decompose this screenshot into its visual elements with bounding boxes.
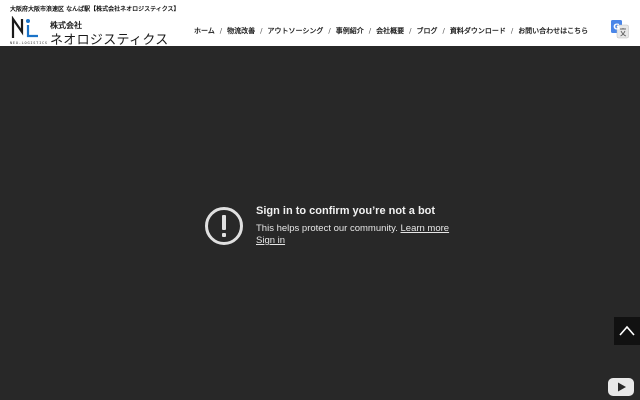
google-translate-icon[interactable]: G (611, 20, 629, 39)
svg-text:G: G (613, 23, 620, 32)
nav-logistics-improvement[interactable]: 物流改善 (223, 26, 259, 36)
nav-home[interactable]: ホーム (190, 26, 219, 36)
notice-message: This helps protect our community. (256, 223, 398, 234)
bot-check-notice: Sign in to confirm you’re not a bot This… (204, 204, 464, 254)
nav-download[interactable]: 資料ダウンロード (446, 26, 510, 36)
site-tagline: 大阪府大阪市浪速区 なんば駅【株式会社ネオロジスティクス】 (10, 6, 180, 13)
main-nav: ホーム / 物流改善 / アウトソーシング / 事例紹介 / 会社概要 / ブロ… (190, 26, 592, 36)
alert-circle-icon (205, 207, 243, 245)
chevron-up-icon (619, 325, 635, 336)
notice-title: Sign in to confirm you’re not a bot (256, 205, 436, 217)
nav-contact[interactable]: お問い合わせはこちら (514, 26, 592, 36)
youtube-icon[interactable] (608, 378, 634, 396)
logo-subtext: NEO-LOGISTICS (10, 41, 48, 45)
nav-blog[interactable]: ブログ (412, 26, 441, 36)
learn-more-link[interactable]: Learn more (401, 223, 450, 234)
sign-in-link[interactable]: Sign in (256, 235, 285, 246)
nav-company-profile[interactable]: 会社概要 (372, 26, 408, 36)
nav-outsourcing[interactable]: アウトソーシング (264, 26, 328, 36)
nav-case-studies[interactable]: 事例紹介 (332, 26, 368, 36)
notice-message-line: This helps protect our community. Learn … (256, 223, 449, 234)
site-logo[interactable]: 株式会社 ネオロジスティクス NEO-LOGISTICS (10, 16, 168, 48)
video-player[interactable]: Sign in to confirm you’re not a bot This… (0, 46, 640, 400)
scroll-to-top-button[interactable] (614, 317, 640, 345)
